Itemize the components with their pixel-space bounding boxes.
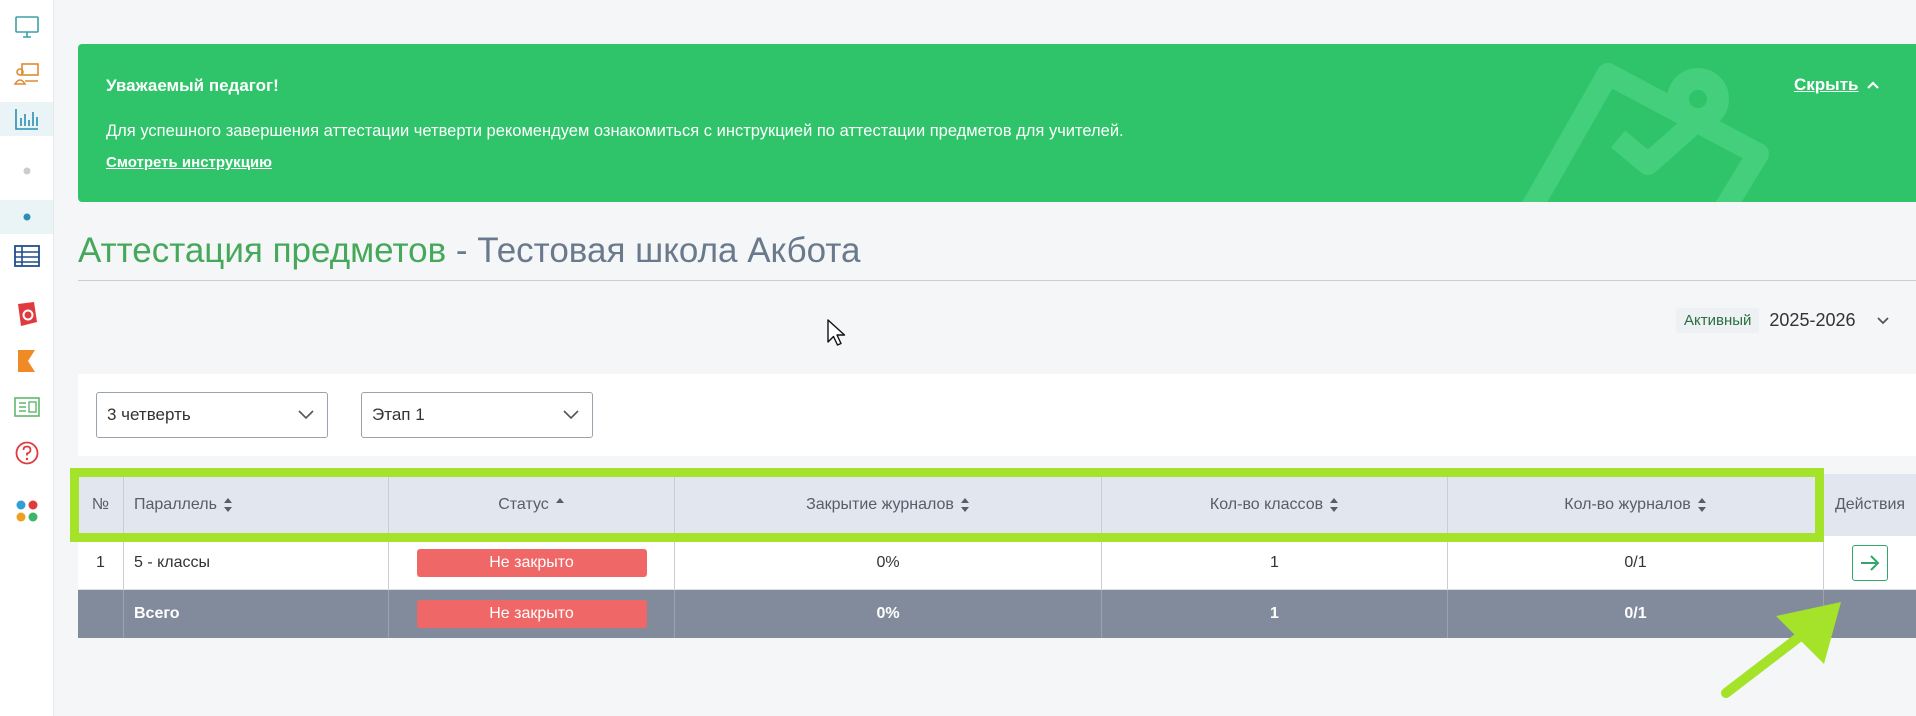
dot-icon [23,167,30,175]
instruction-banner: Уважаемый педагог! Для успешного заверше… [78,44,1916,202]
chevron-down-icon [298,410,314,420]
cell-classes: 1 [1102,536,1448,589]
quarter-select[interactable]: 3 четверть [96,392,328,438]
status-badge: Не закрыто [416,548,647,577]
total-cell-actions [1824,590,1916,638]
chevron-up-icon [1867,81,1880,89]
chevron-down-icon [563,410,579,420]
app-logo-red-icon [17,302,37,326]
title-divider [78,280,1916,281]
active-year-badge: Активный [1676,308,1760,333]
header-closing-label: Закрытие журналов [806,496,954,513]
stage-select[interactable]: Этап 1 [361,392,593,438]
header-num: № [78,474,124,536]
page-title-separator: - [446,231,478,270]
total-cell-status: Не закрыто [389,590,675,638]
chevron-down-icon [1876,316,1889,324]
sidebar-item-dashboard[interactable] [0,10,53,44]
banner-title: Уважаемый педагог! [106,76,279,95]
sort-asc-icon [555,498,564,503]
banner-text: Для успешного завершения аттестации четв… [106,122,1124,140]
header-actions-label: Действия [1834,496,1906,513]
banner-decoration-icon [1522,63,1769,202]
header-parallel-label: Параллель [134,496,217,513]
sidebar-item-sub-2[interactable] [0,200,53,234]
header-actions: Действия [1824,474,1916,536]
total-cell-label: Всего [124,590,389,638]
header-classes[interactable]: Кол-во классов [1102,474,1448,536]
cell-status: Не закрыто [389,536,675,589]
header-status-label: Статус [498,496,549,513]
table-total-row: Всего Не закрыто 0% 1 0/1 [78,590,1916,638]
status-badge: Не закрыто [416,600,647,628]
sort-icon [1697,498,1706,512]
table-header-row: № Параллель Статус Закрытие журналов Кол… [78,474,1916,536]
page-title: Аттестация предметов - Тестовая школа Ак… [78,230,861,272]
hide-banner-label: Скрыть [1794,75,1859,94]
sidebar-item-app-3[interactable] [0,390,53,424]
apps-dots-icon [16,500,37,522]
sidebar-item-journal[interactable] [0,239,53,273]
header-status[interactable]: Статус [389,474,675,536]
sidebar-item-app-2[interactable] [0,344,53,378]
cell-journals: 0/1 [1448,536,1824,589]
cell-num: 1 [78,536,124,589]
total-cell-closing: 0% [675,590,1102,638]
header-classes-label: Кол-во классов [1209,496,1324,513]
header-journals[interactable]: Кол-во журналов [1448,474,1824,536]
view-instruction-link[interactable]: Смотреть инструкцию [106,154,272,171]
bar-chart-icon [14,109,38,130]
header-parallel[interactable]: Параллель [124,474,389,536]
filter-bar: 3 четверть Этап 1 [78,374,1916,456]
open-row-button[interactable] [1852,544,1888,581]
sidebar-item-lessons[interactable] [0,57,53,91]
sidebar-item-sub-1[interactable] [0,154,53,188]
arrow-right-icon [1861,554,1880,571]
total-cell-journals: 0/1 [1448,590,1824,638]
cell-closing: 0% [675,536,1102,589]
id-card-icon [13,397,40,417]
sidebar-item-help[interactable] [0,436,53,470]
cell-actions [1824,536,1916,589]
academic-year-value: 2025-2026 [1769,310,1856,330]
hide-banner-button[interactable]: Скрыть [1794,75,1880,95]
header-closing[interactable]: Закрытие журналов [675,474,1102,536]
total-cell-num [78,590,124,638]
dot-icon [23,213,30,221]
app-logo-orange-icon [17,350,35,372]
sidebar [0,0,54,716]
mouse-cursor-icon [827,319,846,346]
header-journals-label: Кол-во журналов [1564,496,1691,513]
help-circle-icon [15,441,38,465]
monitor-icon [14,16,39,38]
stage-select-value: Этап 1 [372,405,425,424]
teacher-board-icon [13,63,39,85]
page-title-main: Аттестация предметов [78,231,447,270]
sort-icon [223,498,232,512]
sidebar-item-app-1[interactable] [0,297,53,331]
table-row: 1 5 - классы Не закрыто 0% 1 0/1 [78,536,1916,590]
academic-year-selector[interactable]: Активный 2025-2026 [1676,308,1890,333]
sort-icon [1330,498,1339,512]
cell-parallel: 5 - классы [124,536,389,589]
sidebar-item-apps[interactable] [0,494,53,528]
sort-icon [960,498,969,512]
table-grid-icon [13,245,40,267]
quarter-select-value: 3 четверть [107,405,191,424]
total-cell-classes: 1 [1102,590,1448,638]
header-num-label: № [91,496,110,513]
page-title-school: Тестовая школа Акбота [477,231,861,270]
sidebar-item-reports[interactable] [0,102,53,136]
